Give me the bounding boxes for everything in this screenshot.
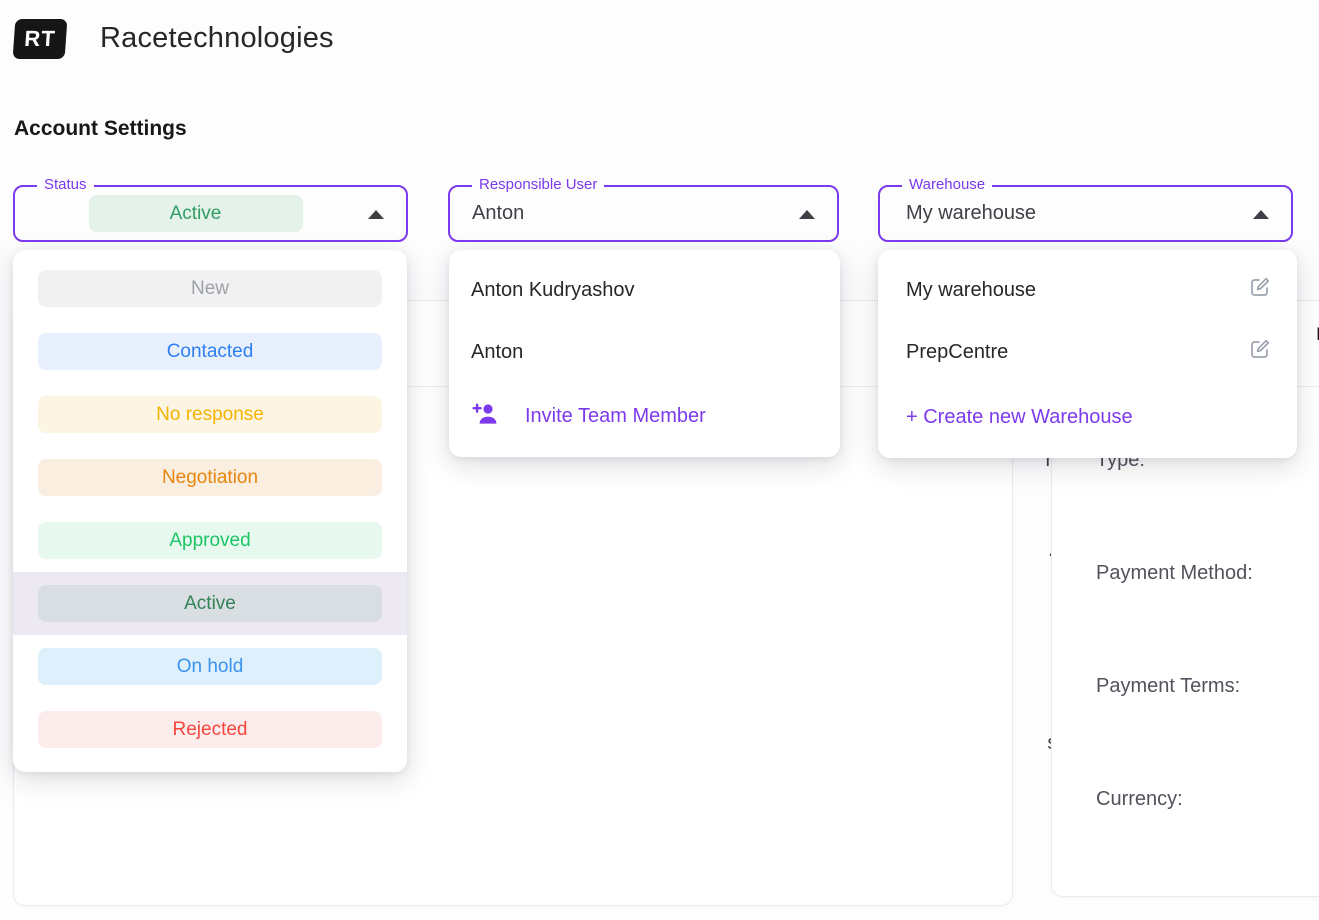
- page-title: Racetechnologies: [100, 22, 334, 55]
- warehouse-select-label: Warehouse: [902, 175, 992, 195]
- warehouse-option-label: PrepCentre: [906, 341, 1008, 364]
- user-option-label: Anton Kudryashov: [471, 279, 634, 302]
- brand-logo-text: RT: [23, 26, 56, 52]
- status-select-label: Status: [37, 175, 94, 195]
- invite-team-member-option[interactable]: Invite Team Member: [449, 385, 840, 447]
- status-option-badge: Negotiation: [38, 459, 382, 496]
- status-option-badge: New: [38, 270, 382, 307]
- responsible-user-select-label: Responsible User: [472, 175, 604, 195]
- detail-field-label: Payment Terms:: [1096, 672, 1240, 701]
- warehouse-option[interactable]: PrepCentre: [878, 321, 1297, 383]
- responsible-user-current-value: Anton: [472, 202, 524, 225]
- status-option-badge: Contacted: [38, 333, 382, 370]
- status-option-badge: Approved: [38, 522, 382, 559]
- status-option[interactable]: New: [13, 257, 407, 320]
- status-option[interactable]: Negotiation: [13, 446, 407, 509]
- create-new-warehouse-label: + Create new Warehouse: [906, 406, 1133, 429]
- edit-icon[interactable]: [1248, 337, 1272, 367]
- status-option-badge: Active: [38, 585, 382, 622]
- chevron-up-icon: [799, 210, 815, 219]
- edit-icon[interactable]: [1248, 275, 1272, 305]
- user-option-label: Anton: [471, 341, 523, 364]
- status-option[interactable]: No response: [13, 383, 407, 446]
- status-option-badge: On hold: [38, 648, 382, 685]
- responsible-user-dropdown-menu: Anton Kudryashov Anton Invite Team Membe…: [449, 250, 840, 457]
- warehouse-dropdown-menu: My warehouse PrepCentre + Create new War…: [878, 250, 1297, 458]
- status-current-badge: Active: [89, 195, 303, 232]
- status-dropdown-menu: New Contacted No response Negotiation Ap…: [13, 250, 407, 772]
- warehouse-option[interactable]: My warehouse: [878, 259, 1297, 321]
- create-new-warehouse-option[interactable]: + Create new Warehouse: [878, 386, 1297, 448]
- warehouse-current-value: My warehouse: [906, 202, 1036, 225]
- detail-field-label: Payment Method:: [1096, 559, 1253, 588]
- status-option[interactable]: Active: [13, 572, 407, 635]
- user-option[interactable]: Anton: [449, 321, 840, 383]
- status-option-badge: No response: [38, 396, 382, 433]
- status-option[interactable]: Contacted: [13, 320, 407, 383]
- warehouse-option-label: My warehouse: [906, 279, 1036, 302]
- responsible-user-select[interactable]: Responsible User Anton: [448, 185, 839, 242]
- invite-team-member-label: Invite Team Member: [525, 405, 706, 428]
- section-title: Account Settings: [14, 117, 187, 141]
- warehouse-select[interactable]: Warehouse My warehouse: [878, 185, 1293, 242]
- status-option[interactable]: Approved: [13, 509, 407, 572]
- status-option[interactable]: Rejected: [13, 698, 407, 761]
- chevron-up-icon: [368, 210, 384, 219]
- status-select[interactable]: Status Active: [13, 185, 408, 242]
- person-add-icon: [471, 401, 499, 431]
- brand-logo: RT: [13, 19, 68, 59]
- status-option[interactable]: On hold: [13, 635, 407, 698]
- status-option-badge: Rejected: [38, 711, 382, 748]
- account-settings-screen: RT Racetechnologies Account Settings n r…: [0, 0, 1319, 920]
- user-option[interactable]: Anton Kudryashov: [449, 259, 840, 321]
- chevron-up-icon: [1253, 210, 1269, 219]
- detail-field-label: Currency:: [1096, 785, 1183, 814]
